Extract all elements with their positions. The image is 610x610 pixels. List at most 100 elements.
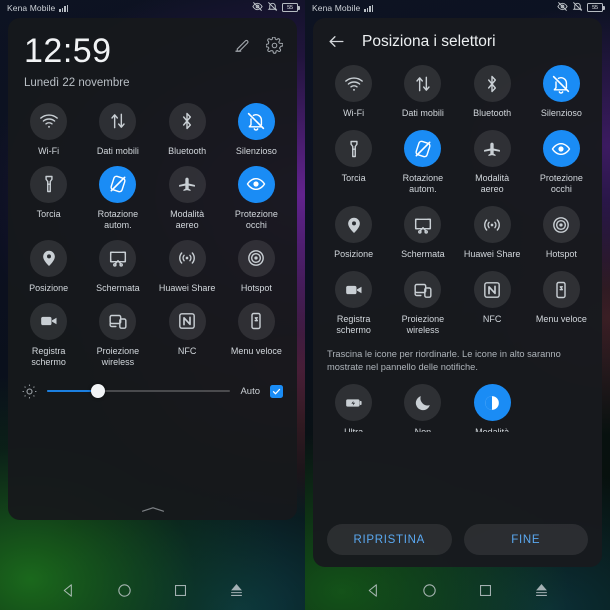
quick-tile-label: Non disturbare bbox=[414, 427, 432, 432]
brightness-slider[interactable] bbox=[47, 384, 231, 399]
quick-tile-label: NFC bbox=[177, 345, 197, 356]
quick-tile[interactable]: Hotspot bbox=[527, 206, 596, 260]
back-triangle-icon[interactable] bbox=[60, 582, 77, 599]
hotspot-icon[interactable] bbox=[237, 239, 275, 277]
cast-screen-icon[interactable] bbox=[99, 302, 137, 340]
quick-tile[interactable]: Dati mobili bbox=[83, 102, 152, 157]
quick-tile[interactable]: Proiezione wireless bbox=[83, 302, 152, 368]
quick-tile-label: Huawei Share bbox=[158, 282, 216, 293]
bluetooth-icon[interactable] bbox=[473, 65, 511, 102]
quick-tile[interactable]: Hotspot bbox=[222, 239, 291, 294]
pencil-icon[interactable] bbox=[233, 37, 250, 54]
location-pin-icon[interactable] bbox=[335, 206, 373, 243]
quick-tile[interactable]: Wi-Fi bbox=[14, 102, 83, 157]
signal-bars-icon bbox=[364, 4, 374, 12]
quick-tile[interactable]: Schermata bbox=[388, 206, 457, 260]
recents-square-icon[interactable] bbox=[172, 582, 189, 599]
quick-settings-shade: 12:59 Lunedì 22 novembre Wi-Fi Dati mobil… bbox=[8, 18, 297, 520]
back-triangle-icon[interactable] bbox=[365, 582, 382, 599]
quick-tile[interactable]: Non disturbare bbox=[388, 384, 457, 432]
hide-navbar-icon[interactable] bbox=[228, 582, 245, 599]
quick-tile[interactable]: Registra schermo bbox=[319, 271, 388, 336]
quick-menu-icon[interactable] bbox=[542, 271, 580, 308]
battery-level-label: 55 bbox=[287, 4, 293, 11]
auto-brightness-checkbox[interactable] bbox=[270, 384, 283, 398]
chevron-up-handle-icon[interactable] bbox=[8, 505, 297, 514]
wifi-icon[interactable] bbox=[30, 102, 68, 140]
nfc-icon[interactable] bbox=[473, 271, 511, 308]
flashlight-icon[interactable] bbox=[30, 165, 68, 203]
nfc-icon[interactable] bbox=[168, 302, 206, 340]
quick-tile[interactable]: Wi-Fi bbox=[319, 65, 388, 119]
data-transfer-icon[interactable] bbox=[404, 65, 442, 102]
quick-tile[interactable]: Torcia bbox=[319, 130, 388, 195]
share-waves-icon[interactable] bbox=[473, 206, 511, 243]
quick-tile[interactable]: Modalità aereo bbox=[153, 165, 222, 231]
quick-tile[interactable]: Dati mobili bbox=[388, 65, 457, 119]
quick-tile[interactable]: NFC bbox=[458, 271, 527, 336]
tile-editor-panel: Posiziona i selettori Wi-Fi Dati mobili Bl… bbox=[313, 18, 602, 567]
quick-tile[interactable]: Proiezione wireless bbox=[388, 271, 457, 336]
quick-tile[interactable]: Posizione bbox=[319, 206, 388, 260]
quick-tile[interactable]: Modalità scura bbox=[458, 384, 527, 432]
video-camera-icon[interactable] bbox=[30, 302, 68, 340]
quick-tile[interactable]: Posizione bbox=[14, 239, 83, 294]
slider-thumb[interactable] bbox=[91, 384, 106, 399]
recents-square-icon[interactable] bbox=[477, 582, 494, 599]
quick-tile[interactable]: Rotazione autom. bbox=[388, 130, 457, 195]
home-circle-icon[interactable] bbox=[116, 582, 133, 599]
quick-tile[interactable]: Protezione occhi bbox=[222, 165, 291, 231]
back-arrow-icon[interactable] bbox=[327, 32, 346, 51]
quick-tile[interactable]: Huawei Share bbox=[458, 206, 527, 260]
data-transfer-icon[interactable] bbox=[99, 102, 137, 140]
quick-tile[interactable]: Menu veloce bbox=[222, 302, 291, 368]
hotspot-icon[interactable] bbox=[542, 206, 580, 243]
quick-tile[interactable]: Torcia bbox=[14, 165, 83, 231]
dark-mode-icon[interactable] bbox=[473, 384, 511, 421]
bell-off-icon[interactable] bbox=[237, 102, 275, 140]
share-waves-icon[interactable] bbox=[168, 239, 206, 277]
quick-menu-icon[interactable] bbox=[237, 302, 275, 340]
reset-button[interactable]: RIPRISTINA bbox=[327, 524, 452, 555]
home-circle-icon[interactable] bbox=[421, 582, 438, 599]
quick-tile[interactable]: Protezione occhi bbox=[527, 130, 596, 195]
quick-tile[interactable]: Schermata bbox=[83, 239, 152, 294]
rotation-lock-icon[interactable] bbox=[99, 165, 137, 203]
quick-tile[interactable]: Rotazione autom. bbox=[83, 165, 152, 231]
quick-tile[interactable]: Bluetooth bbox=[458, 65, 527, 119]
quick-tile[interactable]: Registra schermo bbox=[14, 302, 83, 368]
eye-icon[interactable] bbox=[237, 165, 275, 203]
bluetooth-icon[interactable] bbox=[168, 102, 206, 140]
moon-icon[interactable] bbox=[404, 384, 442, 421]
status-bar-right-group: 55 bbox=[252, 1, 300, 14]
quick-tile[interactable]: Bluetooth bbox=[153, 102, 222, 157]
status-bar-left: Kena Mobile 55 bbox=[0, 0, 305, 15]
hide-navbar-icon[interactable] bbox=[533, 582, 550, 599]
quick-tile[interactable]: Ultra risparmio bbox=[319, 384, 388, 432]
cast-screen-icon[interactable] bbox=[404, 271, 442, 308]
location-pin-icon[interactable] bbox=[30, 239, 68, 277]
quick-tile[interactable]: Menu veloce bbox=[527, 271, 596, 336]
gear-icon[interactable] bbox=[266, 37, 283, 54]
done-button[interactable]: FINE bbox=[463, 524, 588, 555]
flashlight-icon[interactable] bbox=[335, 130, 373, 167]
bell-off-icon[interactable] bbox=[542, 65, 580, 102]
eye-icon[interactable] bbox=[542, 130, 580, 167]
quick-tile[interactable]: Huawei Share bbox=[153, 239, 222, 294]
quick-tile[interactable]: Silenzioso bbox=[222, 102, 291, 157]
rotation-lock-icon[interactable] bbox=[404, 130, 442, 167]
quick-tile[interactable]: Silenzioso bbox=[527, 65, 596, 119]
airplane-icon[interactable] bbox=[168, 165, 206, 203]
quick-tile[interactable]: Modalità aereo bbox=[458, 130, 527, 195]
screenshot-icon[interactable] bbox=[99, 239, 137, 277]
quick-tile-label: NFC bbox=[482, 314, 502, 324]
page-title: Posiziona i selettori bbox=[362, 32, 496, 50]
airplane-icon[interactable] bbox=[473, 130, 511, 167]
wifi-icon[interactable] bbox=[335, 65, 373, 102]
quick-tile-label: Registra schermo bbox=[31, 345, 66, 367]
screenshot-icon[interactable] bbox=[404, 206, 442, 243]
battery-saver-icon[interactable] bbox=[335, 384, 373, 421]
right-phone-screenshot: Kena Mobile 55 Posiziona i selettori Wi-… bbox=[305, 0, 610, 610]
video-camera-icon[interactable] bbox=[335, 271, 373, 308]
quick-tile[interactable]: NFC bbox=[153, 302, 222, 368]
